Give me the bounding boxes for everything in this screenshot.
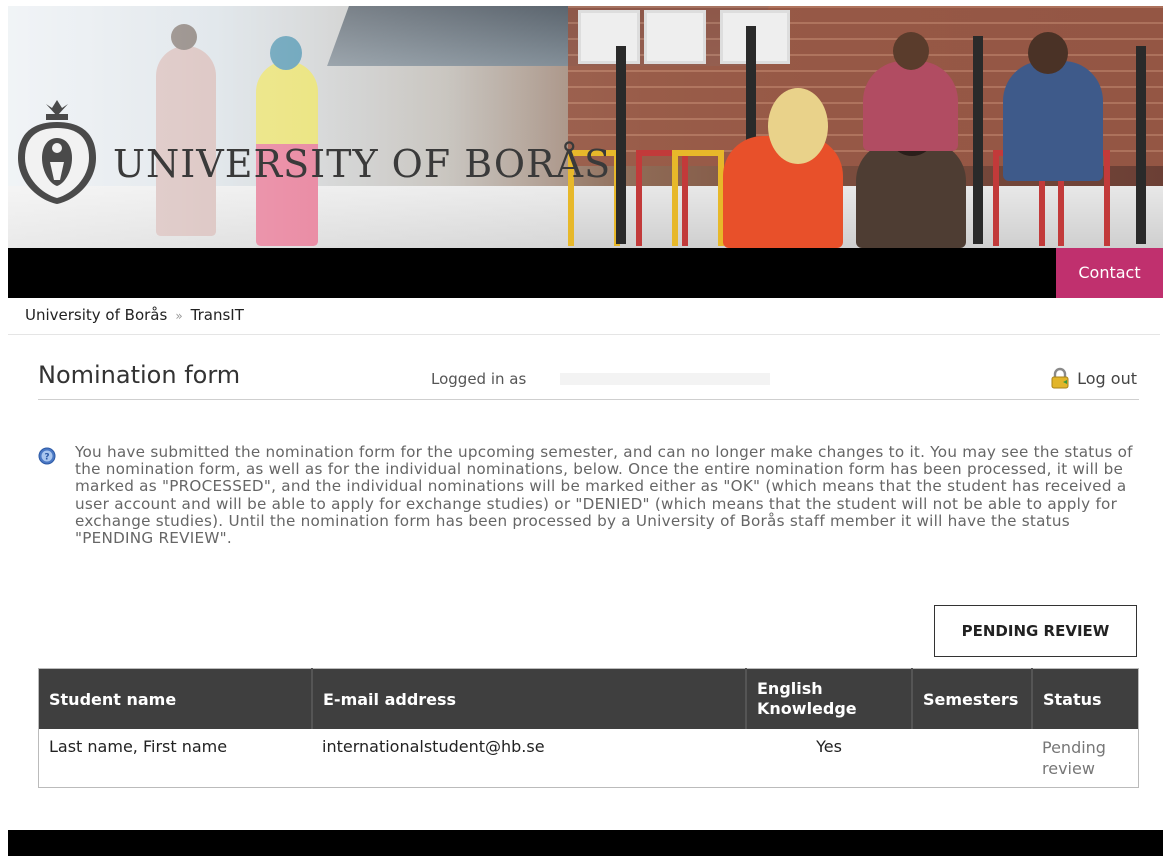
- table-row: Last name, First name internationalstude…: [39, 729, 1139, 788]
- breadcrumb-current-link[interactable]: TransIT: [191, 306, 244, 324]
- lock-icon: [1051, 367, 1069, 389]
- divider: [38, 399, 1139, 400]
- nominations-table: Student name E-mail address English Know…: [38, 668, 1139, 788]
- svg-text:?: ?: [44, 453, 49, 463]
- column-header-english-knowledge: English Knowledge: [746, 668, 913, 729]
- cell-english-knowledge: Yes: [816, 737, 842, 756]
- table-header-row: Student name E-mail address English Know…: [38, 668, 1139, 729]
- footer-bar: [8, 830, 1163, 856]
- university-name: UNIVERSITY OF BORÅS: [113, 142, 612, 186]
- form-status-badge: PENDING REVIEW: [934, 605, 1137, 657]
- info-icon: ?: [38, 447, 56, 465]
- breadcrumb-home-link[interactable]: University of Borås: [25, 306, 167, 324]
- logout-label: Log out: [1077, 368, 1137, 388]
- navigation-bar: Contact: [8, 248, 1163, 298]
- page-title: Nomination form: [38, 361, 241, 389]
- contact-link[interactable]: Contact: [1056, 248, 1163, 298]
- column-header-status: Status: [1032, 668, 1139, 729]
- logged-in-label: Logged in as: [431, 370, 527, 388]
- header-banner-image: [8, 6, 1163, 248]
- university-seal-logo: [18, 100, 96, 204]
- column-header-email: E-mail address: [312, 668, 747, 729]
- logout-button[interactable]: Log out: [1049, 367, 1137, 389]
- column-header-student-name: Student name: [38, 668, 313, 729]
- info-message: You have submitted the nomination form f…: [75, 443, 1133, 548]
- cell-status: Pending review: [1042, 738, 1106, 778]
- divider: [8, 334, 1160, 335]
- breadcrumb: University of Borås » TransIT: [25, 306, 244, 324]
- cell-email: internationalstudent@hb.se: [322, 737, 545, 756]
- cell-semesters: [912, 729, 1032, 788]
- logged-in-user-placeholder: [560, 373, 770, 385]
- column-header-semesters: Semesters: [912, 668, 1033, 729]
- breadcrumb-separator: »: [175, 309, 183, 323]
- cell-student-name: Last name, First name: [49, 737, 228, 756]
